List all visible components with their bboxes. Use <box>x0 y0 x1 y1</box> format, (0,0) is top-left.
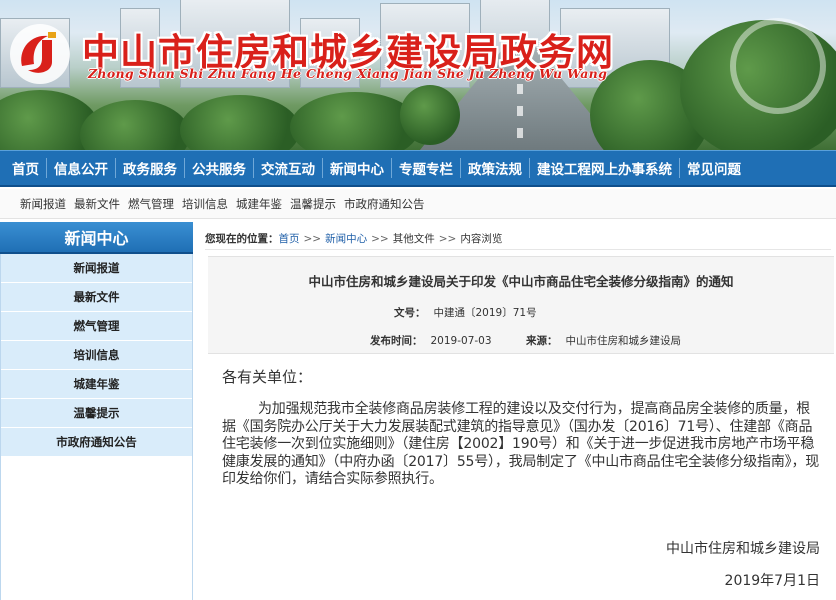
doc-number-value: 中建通〔2019〕71号 <box>433 307 537 319</box>
nav-divider <box>46 158 47 178</box>
watermark-icon <box>730 18 826 114</box>
sidebar-item-city-notices[interactable]: 市政府通知公告 <box>1 428 192 457</box>
nav-interaction[interactable]: 交流互动 <box>261 158 315 178</box>
source-value: 中山市住房和城乡建设局 <box>565 335 682 347</box>
subnav-gas-management[interactable]: 燃气管理 <box>128 196 174 212</box>
article-greeting: 各有关单位： <box>222 368 313 386</box>
nav-public-services[interactable]: 公共服务 <box>192 158 246 178</box>
article-header: 中山市住房和城乡建设局关于印发《中山市商品住宅全装修分级指南》的通知 文号： 中建… <box>208 256 834 354</box>
nav-home[interactable]: 首页 <box>12 158 39 178</box>
nav-divider <box>115 158 116 178</box>
banner-tree <box>80 100 190 150</box>
banner-tree <box>180 95 300 150</box>
nav-news-center[interactable]: 新闻中心 <box>330 158 384 178</box>
sidebar-item-gas-management[interactable]: 燃气管理 <box>1 312 192 341</box>
doc-number: 文号： 中建通〔2019〕71号 <box>394 305 537 320</box>
signature-org: 中山市住房和城乡建设局 <box>666 541 820 557</box>
publish-date-value: 2019-07-03 <box>430 335 492 347</box>
breadcrumb-separator: >> <box>303 232 322 245</box>
article-source: 来源： 中山市住房和城乡建设局 <box>526 333 681 348</box>
nav-policies[interactable]: 政策法规 <box>468 158 522 178</box>
sidebar-item-tips[interactable]: 温馨提示 <box>1 399 192 428</box>
nav-divider <box>184 158 185 178</box>
article-paragraph: 为加强规范我市全装修商品房装修工程的建设以及交付行为，提高商品房全装修的质量，根… <box>222 401 820 487</box>
sub-nav: 新闻报道 最新文件 燃气管理 培训信息 城建年鉴 温馨提示 市政府通知公告 <box>0 189 836 219</box>
sidebar-item-latest-files[interactable]: 最新文件 <box>1 283 192 312</box>
banner-tree <box>400 85 460 145</box>
article-title: 中山市住房和城乡建设局关于印发《中山市商品住宅全装修分级指南》的通知 <box>308 274 734 289</box>
site-banner: 中山市住房和城乡建设局政务网 Zhong Shan Shi Zhu Fang H… <box>0 0 836 150</box>
sidebar-heading: 新闻中心 <box>0 222 193 254</box>
nav-divider <box>679 158 680 178</box>
subnav-latest-files[interactable]: 最新文件 <box>74 196 120 212</box>
doc-number-label: 文号： <box>394 307 426 319</box>
nav-gov-services[interactable]: 政务服务 <box>123 158 177 178</box>
breadcrumb-separator: >> <box>438 232 457 245</box>
article-signature: 中山市住房和城乡建设局 2019年7月1日 <box>666 538 820 600</box>
article-body: 各有关单位： 为加强规范我市全装修商品房装修工程的建设以及交付行为，提高商品房全… <box>222 366 822 489</box>
nav-faq[interactable]: 常见问题 <box>687 158 741 178</box>
breadcrumb: 您现在的位置： 首页 >> 新闻中心 >> 其他文件 >> 内容浏览 <box>205 228 831 250</box>
nav-divider <box>322 158 323 178</box>
nav-divider <box>460 158 461 178</box>
sidebar-item-training[interactable]: 培训信息 <box>1 341 192 370</box>
subnav-tips[interactable]: 温馨提示 <box>290 196 336 212</box>
nav-divider <box>529 158 530 178</box>
breadcrumb-home[interactable]: 首页 <box>279 231 300 246</box>
sidebar-spacer <box>0 457 193 600</box>
site-subtitle: Zhong Shan Shi Zhu Fang He Cheng Xiang J… <box>88 66 608 81</box>
breadcrumb-other-files[interactable]: 其他文件 <box>393 231 435 246</box>
subnav-news-reports[interactable]: 新闻报道 <box>20 196 66 212</box>
site-logo-icon <box>10 24 70 84</box>
nav-divider <box>253 158 254 178</box>
sidebar-list: 新闻报道 最新文件 燃气管理 培训信息 城建年鉴 温馨提示 市政府通知公告 <box>0 254 193 457</box>
main-nav: 首页 信息公开 政务服务 公共服务 交流互动 新闻中心 专题专栏 政策法规 建设… <box>0 150 836 187</box>
publish-date: 发布时间： 2019-07-03 <box>370 333 492 348</box>
breadcrumb-separator: >> <box>371 232 389 245</box>
breadcrumb-news-center[interactable]: 新闻中心 <box>325 231 367 246</box>
sidebar: 新闻中心 新闻报道 最新文件 燃气管理 培训信息 城建年鉴 温馨提示 市政府通知… <box>0 222 193 600</box>
nav-online-system[interactable]: 建设工程网上办事系统 <box>537 158 672 178</box>
source-label: 来源： <box>526 335 558 347</box>
publish-date-label: 发布时间： <box>370 335 423 347</box>
breadcrumb-lead: 您现在的位置： <box>205 233 279 245</box>
nav-info-disclosure[interactable]: 信息公开 <box>54 158 108 178</box>
subnav-yearbook[interactable]: 城建年鉴 <box>236 196 282 212</box>
nav-special-topics[interactable]: 专题专栏 <box>399 158 453 178</box>
breadcrumb-current: 内容浏览 <box>460 233 503 245</box>
sidebar-item-yearbook[interactable]: 城建年鉴 <box>1 370 192 399</box>
nav-divider <box>391 158 392 178</box>
signature-date: 2019年7月1日 <box>724 573 820 589</box>
subnav-training[interactable]: 培训信息 <box>182 196 228 212</box>
sidebar-item-news-reports[interactable]: 新闻报道 <box>1 254 192 283</box>
subnav-city-notices[interactable]: 市政府通知公告 <box>344 196 425 212</box>
